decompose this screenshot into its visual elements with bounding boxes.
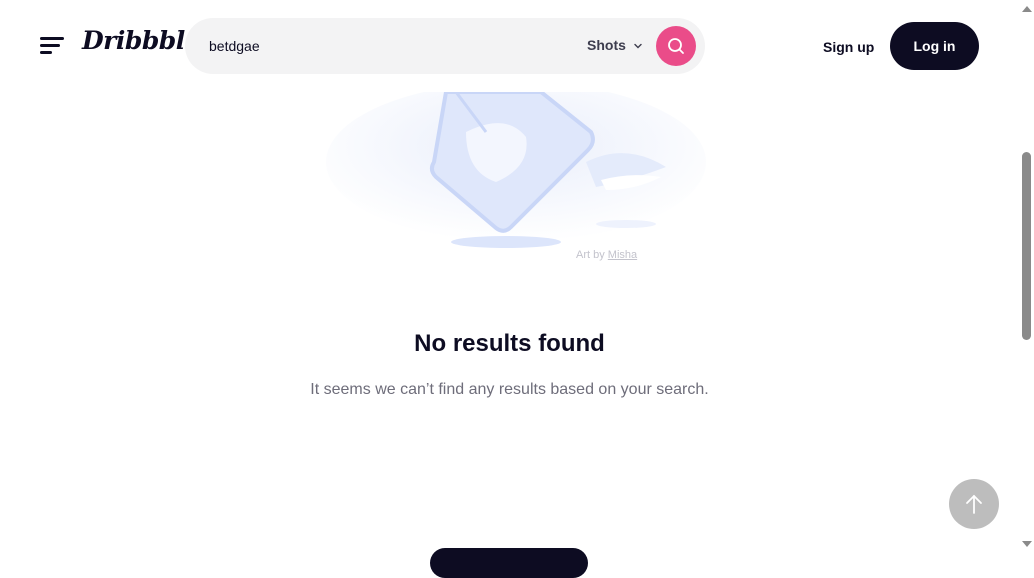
search-bar: Shots — [185, 18, 705, 74]
no-results-title: No results found — [414, 330, 605, 357]
scroll-to-top-button[interactable] — [949, 479, 999, 529]
search-icon — [668, 38, 684, 54]
art-credit-prefix: Art by — [576, 249, 605, 261]
scrollbar[interactable] — [1019, 0, 1034, 553]
search-type-dropdown[interactable]: Shots — [587, 37, 643, 53]
header: Dribbble Shots Sign up Log in — [0, 0, 1019, 92]
sign-up-link[interactable]: Sign up — [823, 39, 874, 55]
scroll-up-arrow-icon[interactable] — [1022, 6, 1032, 12]
chevron-down-icon — [634, 44, 642, 49]
search-type-label: Shots — [587, 37, 626, 53]
log-in-button[interactable]: Log in — [890, 22, 979, 70]
menu-icon[interactable] — [40, 37, 64, 57]
no-results-illustration — [326, 92, 706, 248]
arrow-up-icon — [966, 494, 982, 514]
search-input[interactable] — [209, 18, 549, 74]
scroll-down-arrow-icon[interactable] — [1022, 541, 1032, 547]
art-credit: Art by Misha — [576, 249, 637, 261]
logo[interactable]: Dribbble — [82, 26, 201, 55]
scrollbar-thumb[interactable] — [1022, 152, 1031, 340]
search-button[interactable] — [656, 26, 696, 66]
no-results-text: It seems we can’t find any results based… — [310, 381, 709, 398]
art-credit-author-link[interactable]: Misha — [608, 249, 637, 261]
